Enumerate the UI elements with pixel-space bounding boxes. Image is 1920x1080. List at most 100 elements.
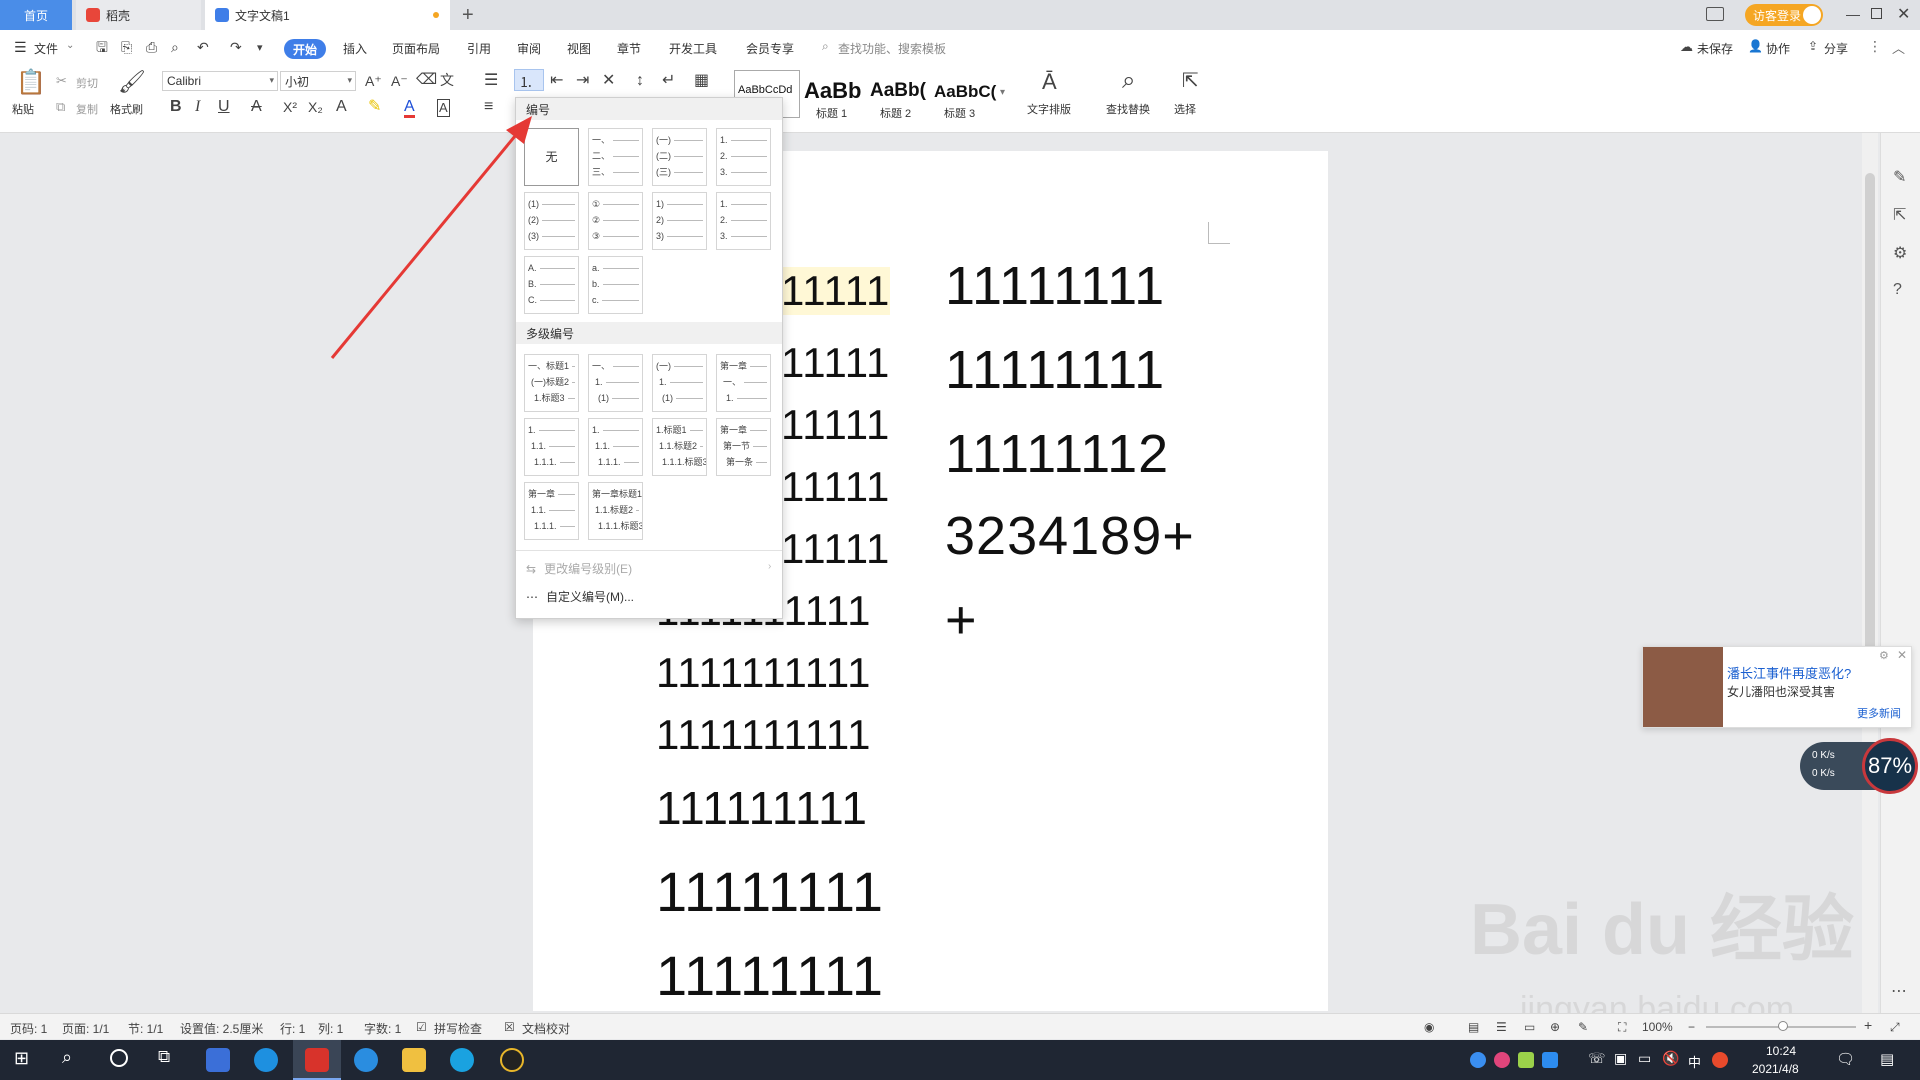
format-painter-label[interactable]: 格式刷 xyxy=(110,101,143,117)
close-icon[interactable]: ✕ xyxy=(1897,648,1907,662)
numbering-option[interactable]: 一、 二、 三、 xyxy=(588,128,643,186)
zoom-level[interactable]: 100% xyxy=(1642,1020,1673,1034)
news-popup[interactable]: 潘长江事件再度恶化? 女儿潘阳也深受其害 更多新闻 ⚙ ✕ xyxy=(1642,646,1912,728)
menu-file[interactable]: 文件 xyxy=(34,40,58,57)
styles-more-icon[interactable]: ▾ xyxy=(1000,85,1005,101)
web-view-icon[interactable]: ⊕ xyxy=(1550,1020,1560,1034)
page-view-icon[interactable]: ▤ xyxy=(1468,1020,1479,1034)
outline-view-icon[interactable]: ☰ xyxy=(1496,1020,1507,1034)
status-page[interactable]: 页面: 1/1 xyxy=(62,1020,109,1037)
cut-label[interactable]: 剪切 xyxy=(76,75,98,91)
numbering-option[interactable]: 1. 2. 3. xyxy=(716,128,771,186)
multilevel-option[interactable]: 第一章 一、 1. xyxy=(716,354,771,412)
menu-developer[interactable]: 开发工具 xyxy=(669,40,717,57)
tray-app-icon[interactable] xyxy=(1494,1052,1510,1068)
menu-start[interactable]: 开始 xyxy=(284,39,326,59)
menu-review[interactable]: 审阅 xyxy=(517,40,541,57)
browser-app-icon[interactable] xyxy=(450,1048,474,1072)
find-replace-label[interactable]: 查找替换 xyxy=(1106,101,1150,117)
proofread-button[interactable]: 文档校对 xyxy=(522,1020,570,1037)
action-center-icon[interactable]: ▤ xyxy=(1880,1050,1894,1068)
task-view-icon[interactable]: ⧉ xyxy=(158,1047,170,1067)
text-layout-label[interactable]: 文字排版 xyxy=(1027,101,1071,117)
file-explorer-icon[interactable] xyxy=(402,1048,426,1072)
status-row[interactable]: 行: 1 xyxy=(280,1020,305,1037)
store-app-icon[interactable] xyxy=(206,1048,230,1072)
grow-font-icon[interactable]: A⁺ xyxy=(365,73,382,89)
menu-page-layout[interactable]: 页面布局 xyxy=(392,40,440,57)
status-word-count[interactable]: 字数: 1 xyxy=(364,1020,401,1037)
clear-format-icon[interactable]: ⌫ xyxy=(416,72,437,88)
copy-label[interactable]: 复制 xyxy=(76,101,98,117)
export-pdf-icon[interactable]: ⎘ xyxy=(121,39,132,55)
format-painter-icon[interactable]: 🖌 xyxy=(118,71,146,93)
find-replace-icon[interactable]: ⌕ xyxy=(1122,69,1135,93)
numbered-list-button[interactable]: ⒈ xyxy=(514,69,544,91)
write-view-icon[interactable]: ✎ xyxy=(1578,1020,1588,1034)
multilevel-option[interactable]: 1. 1.1. 1.1.1. xyxy=(588,418,643,476)
vertical-scrollbar[interactable] xyxy=(1862,133,1878,1013)
wps-taskbar-active[interactable] xyxy=(293,1040,341,1080)
more-news-link[interactable]: 更多新闻 xyxy=(1857,705,1901,721)
zoom-slider-handle[interactable] xyxy=(1778,1021,1788,1031)
tray-app-icon[interactable] xyxy=(1542,1052,1558,1068)
tray-monitor-icon[interactable]: ▣ xyxy=(1614,1050,1627,1067)
custom-numbering-item[interactable]: ⋯ 自定义编号(M)... xyxy=(526,588,634,605)
print-icon[interactable]: ⎙ xyxy=(146,39,157,55)
display-icon[interactable]: ▭ xyxy=(1638,1050,1651,1067)
numbering-option[interactable]: 1) 2) 3) xyxy=(652,192,707,250)
edge-app-icon[interactable] xyxy=(254,1048,278,1072)
paste-label[interactable]: 粘贴 xyxy=(12,101,34,117)
spell-check-icon[interactable]: ☑ xyxy=(416,1020,427,1034)
collaborate-button[interactable]: 协作 xyxy=(1766,40,1790,57)
multilevel-option[interactable]: 1. 1.1. 1.1.1. xyxy=(524,418,579,476)
pointer-icon[interactable]: ⇱ xyxy=(1893,205,1906,225)
paste-icon[interactable]: 📋 xyxy=(16,71,46,95)
cortana-icon[interactable] xyxy=(110,1049,128,1067)
status-section[interactable]: 节: 1/1 xyxy=(128,1020,163,1037)
increase-indent-icon[interactable]: ⇥ xyxy=(576,73,589,89)
sort-icon[interactable]: ↕ xyxy=(636,73,644,89)
scrollbar-thumb[interactable] xyxy=(1865,173,1875,713)
style-heading-1[interactable]: AaBb 标题 1 xyxy=(802,70,866,120)
clock-date[interactable]: 2021/4/8 xyxy=(1752,1062,1799,1076)
show-marks-icon[interactable]: ↵ xyxy=(662,73,675,89)
reading-view-icon[interactable]: ▭ xyxy=(1524,1020,1535,1034)
tab-document[interactable]: 文字文稿1 xyxy=(205,0,450,30)
new-tab-plus-icon[interactable]: + xyxy=(462,4,474,27)
notification-icon[interactable]: 🗨 xyxy=(1836,1050,1855,1068)
table-lines-icon[interactable]: ▦ xyxy=(694,73,709,89)
numbering-option[interactable]: a. b. c. xyxy=(588,256,643,314)
select-cursor-icon[interactable]: ⇱ xyxy=(1182,71,1199,91)
bold-icon[interactable]: B xyxy=(170,99,182,115)
search-features-input[interactable]: 查找功能、搜索模板 xyxy=(838,40,946,57)
tab-home[interactable]: 首页 xyxy=(0,0,72,30)
status-page-number[interactable]: 页码: 1 xyxy=(10,1020,47,1037)
numbering-option[interactable]: (一) (二) (三) xyxy=(652,128,707,186)
italic-icon[interactable]: I xyxy=(195,99,200,115)
numbering-option[interactable]: ① ② ③ xyxy=(588,192,643,250)
hamburger-icon[interactable]: ☰ xyxy=(14,39,27,56)
print-preview-icon[interactable]: ⌕ xyxy=(171,39,179,55)
numbering-option[interactable]: 1. 2. 3. xyxy=(716,192,771,250)
decrease-indent-icon[interactable]: ⇤ xyxy=(550,73,563,89)
proofread-icon[interactable]: ☒ xyxy=(504,1020,515,1034)
quick-access-more-icon[interactable]: ▾ xyxy=(257,40,263,56)
help-icon[interactable]: ? xyxy=(1893,281,1902,299)
select-label[interactable]: 选择 xyxy=(1174,101,1196,117)
multilevel-option[interactable]: 1.标题1 1.1.标题2 1.1.1.标题3 xyxy=(652,418,707,476)
style-heading-2[interactable]: AaBb( 标题 2 xyxy=(868,70,932,118)
window-layout-icon[interactable] xyxy=(1706,7,1724,21)
edit-pen-icon[interactable]: ✎ xyxy=(1893,167,1906,187)
unsaved-status[interactable]: 未保存 xyxy=(1697,40,1733,57)
restore-icon[interactable] xyxy=(1871,8,1882,19)
network-icon[interactable]: ☏ xyxy=(1588,1050,1606,1067)
phonetic-icon[interactable]: 文 xyxy=(440,72,454,88)
status-col[interactable]: 列: 1 xyxy=(318,1020,343,1037)
font-name-select[interactable]: Calibri ▾ xyxy=(162,71,278,91)
menu-chapter[interactable]: 章节 xyxy=(617,40,641,57)
menu-view[interactable]: 视图 xyxy=(567,40,591,57)
multilevel-option[interactable]: 一、 1. (1) xyxy=(588,354,643,412)
shrink-font-icon[interactable]: A⁻ xyxy=(391,73,408,89)
copy-icon[interactable]: ⧉ xyxy=(56,99,65,115)
